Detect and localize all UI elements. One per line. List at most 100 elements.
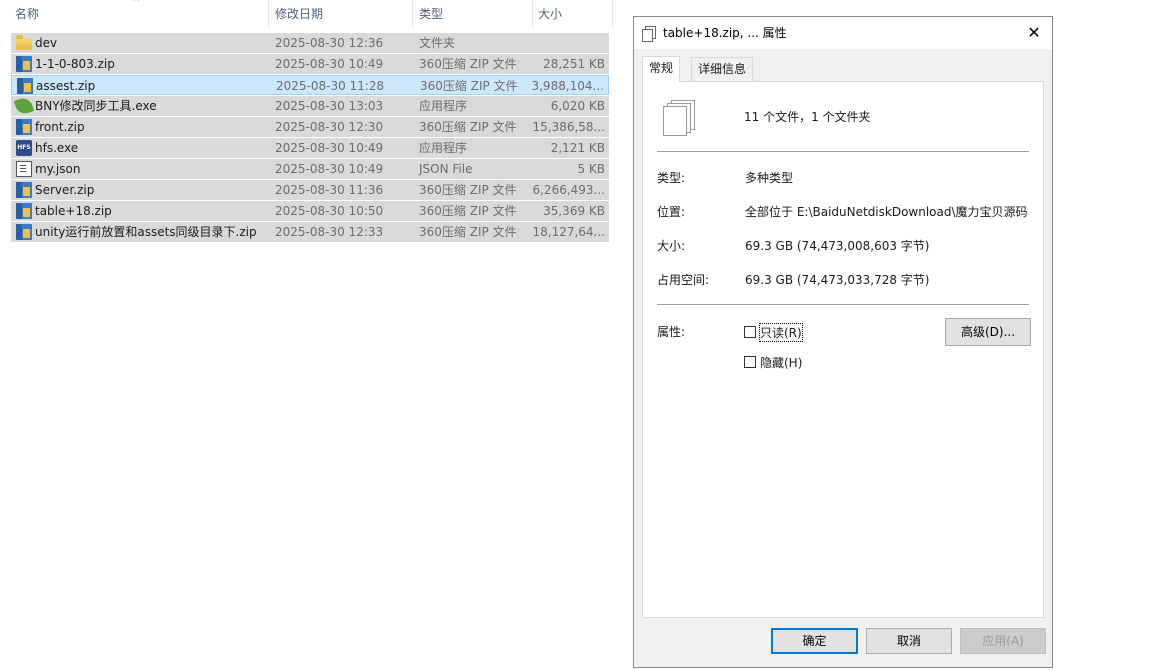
cancel-button[interactable]: 取消: [866, 628, 952, 654]
disk-size-value: 69.3 GB (74,473,033,728 字节): [745, 273, 930, 287]
dialog-title: table+18.zip, ... 属性: [663, 26, 787, 40]
file-type: 360压缩 ZIP 文件: [419, 204, 517, 218]
multiple-files-icon: [642, 26, 656, 42]
file-type: 360压缩 ZIP 文件: [419, 57, 517, 71]
divider: [657, 304, 1029, 305]
file-row-table18-zip[interactable]: table+18.zip 2025-08-30 10:50 360压缩 ZIP …: [11, 201, 609, 221]
close-icon[interactable]: ✕: [1022, 21, 1046, 45]
file-size: 15,386,58...: [532, 120, 605, 134]
file-type: 360压缩 ZIP 文件: [419, 120, 517, 134]
file-row-front-zip[interactable]: front.zip 2025-08-30 12:30 360压缩 ZIP 文件 …: [11, 117, 609, 137]
hfs-icon: HFS: [16, 140, 32, 156]
zip-icon: [17, 78, 33, 94]
file-size: 35,369 KB: [543, 204, 605, 218]
leaf-icon: [13, 95, 35, 117]
file-row-server-zip[interactable]: Server.zip 2025-08-30 11:36 360压缩 ZIP 文件…: [11, 180, 609, 200]
file-name: 1-1-0-803.zip: [35, 57, 115, 71]
type-label: 类型:: [657, 171, 686, 185]
file-name: assest.zip: [36, 79, 96, 93]
column-header: 名称 ^ 修改日期 类型 大小: [0, 0, 615, 28]
file-type: 文件夹: [419, 36, 456, 50]
file-date: 2025-08-30 10:50: [275, 204, 384, 218]
column-name-label: 名称: [15, 7, 40, 21]
file-list: dev 2025-08-30 12:36 文件夹 1-1-0-803.zip 2…: [11, 33, 609, 243]
readonly-label[interactable]: 只读(R): [759, 323, 803, 342]
file-name: BNY修改同步工具.exe: [35, 99, 157, 113]
column-size[interactable]: 大小: [533, 0, 611, 28]
zip-icon: [16, 224, 32, 240]
file-date: 2025-08-30 12:33: [275, 225, 384, 239]
file-size: 6,266,493...: [532, 183, 605, 197]
file-date: 2025-08-30 10:49: [275, 141, 384, 155]
ok-button-label: 确定: [802, 634, 827, 648]
file-type: 360压缩 ZIP 文件: [420, 79, 518, 93]
type-value: 多种类型: [745, 171, 794, 185]
file-row-assest-zip[interactable]: assest.zip 2025-08-30 11:28 360压缩 ZIP 文件…: [11, 75, 609, 95]
file-size: 3,988,104...: [531, 79, 604, 93]
attributes-label: 属性:: [657, 325, 686, 339]
file-type: 应用程序: [419, 141, 468, 155]
file-type: 360压缩 ZIP 文件: [419, 225, 517, 239]
apply-button-label: 应用(A): [982, 634, 1024, 648]
file-name: unity运行前放置和assets同级目录下.zip: [35, 225, 257, 239]
file-date: 2025-08-30 12:30: [275, 120, 384, 134]
column-date-label: 修改日期: [275, 7, 324, 21]
file-size: 18,127,64...: [532, 225, 605, 239]
readonly-checkbox[interactable]: [744, 326, 756, 338]
file-size: 2,121 KB: [550, 141, 605, 155]
file-name: hfs.exe: [35, 141, 79, 155]
file-name: front.zip: [35, 120, 85, 134]
file-date: 2025-08-30 11:36: [275, 183, 384, 197]
file-name: Server.zip: [35, 183, 95, 197]
divider: [657, 151, 1029, 152]
sort-ascending-icon: ^: [132, 0, 141, 8]
file-size: 28,251 KB: [543, 57, 605, 71]
file-row-my-json[interactable]: my.json 2025-08-30 10:49 JSON File 5 KB: [11, 159, 609, 179]
column-type-label: 类型: [419, 7, 444, 21]
tab-general-label: 常规: [649, 61, 674, 75]
file-date: 2025-08-30 11:28: [276, 79, 385, 93]
tab-general[interactable]: 常规: [642, 56, 681, 82]
selection-summary: 11 个文件，1 个文件夹: [744, 110, 871, 124]
column-date[interactable]: 修改日期: [270, 0, 412, 28]
zip-icon: [16, 182, 32, 198]
file-name: table+18.zip: [35, 204, 112, 218]
file-type: JSON File: [419, 162, 473, 176]
column-size-label: 大小: [538, 7, 563, 21]
file-size: 6,020 KB: [550, 99, 605, 113]
location-value: 全部位于 E:\BaiduNetdiskDownload\魔力宝贝源码: [745, 205, 1028, 219]
file-row-bny-exe[interactable]: BNY修改同步工具.exe 2025-08-30 13:03 应用程序 6,02…: [11, 95, 609, 117]
hidden-checkbox[interactable]: [744, 356, 756, 368]
dialog-titlebar[interactable]: table+18.zip, ... 属性 ✕: [634, 17, 1052, 49]
zip-icon: [16, 56, 32, 72]
file-row-dev[interactable]: dev 2025-08-30 12:36 文件夹: [11, 33, 609, 53]
file-name: dev: [35, 36, 58, 50]
file-date: 2025-08-30 10:49: [275, 162, 384, 176]
apply-button[interactable]: 应用(A): [960, 628, 1046, 654]
file-date: 2025-08-30 12:36: [275, 36, 384, 50]
hidden-label[interactable]: 隐藏(H): [760, 354, 802, 371]
column-type[interactable]: 类型: [414, 0, 532, 28]
file-type: 360压缩 ZIP 文件: [419, 183, 517, 197]
advanced-button[interactable]: 高级(D)...: [945, 318, 1031, 346]
json-file-icon: [16, 161, 32, 177]
folder-icon: [16, 35, 32, 50]
location-label: 位置:: [657, 205, 686, 219]
file-date: 2025-08-30 13:03: [275, 99, 384, 113]
size-label: 大小:: [657, 239, 686, 253]
file-row-hfs-exe[interactable]: HFS hfs.exe 2025-08-30 10:49 应用程序 2,121 …: [11, 138, 609, 158]
file-row-unity-zip[interactable]: unity运行前放置和assets同级目录下.zip 2025-08-30 12…: [11, 222, 609, 242]
ok-button[interactable]: 确定: [771, 628, 858, 654]
tab-details[interactable]: 详细信息: [691, 57, 754, 81]
size-value: 69.3 GB (74,473,008,603 字节): [745, 239, 930, 253]
file-date: 2025-08-30 10:49: [275, 57, 384, 71]
advanced-button-label: 高级(D)...: [960, 325, 1016, 339]
disk-size-label: 占用空间:: [657, 273, 710, 287]
properties-dialog: table+18.zip, ... 属性 ✕ 常规 详细信息 11 个文件，1 …: [633, 16, 1053, 668]
zip-icon: [16, 203, 32, 219]
file-row-1-1-0-803-zip[interactable]: 1-1-0-803.zip 2025-08-30 10:49 360压缩 ZIP…: [11, 54, 609, 74]
file-size: 5 KB: [577, 162, 605, 176]
tab-details-label: 详细信息: [698, 62, 747, 76]
general-panel: 11 个文件，1 个文件夹 类型: 多种类型 位置: 全部位于 E:\Baidu…: [642, 81, 1044, 618]
multiple-files-icon: [661, 100, 695, 136]
